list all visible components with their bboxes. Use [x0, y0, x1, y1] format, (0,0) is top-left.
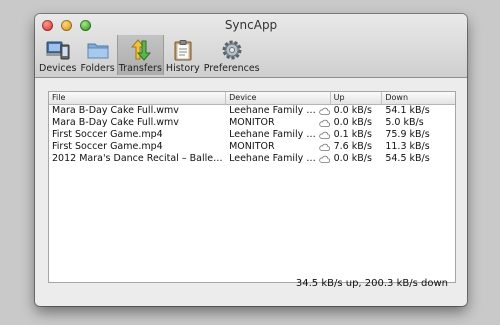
cloud-icon: [318, 129, 331, 141]
device-cell: MONITOR: [229, 117, 275, 128]
toolbar: Devices Folders Transfers History Prefer…: [37, 35, 262, 75]
folder-icon: [87, 43, 109, 59]
file-cell: Mara B-Day Cake Full.wmv: [52, 105, 179, 116]
history-label: History: [165, 63, 200, 74]
column-header-device[interactable]: Device: [226, 92, 331, 104]
folders-label: Folders: [80, 63, 115, 74]
toolbar-transfers-button[interactable]: Transfers: [116, 35, 164, 75]
toolbar-devices-button[interactable]: Devices: [37, 35, 78, 75]
table-row[interactable]: Mara B-Day Cake Full.wmv MONITOR 0.0 kB/…: [49, 117, 455, 129]
title-bar: SyncApp Devices Folders Transfers Histor…: [35, 14, 467, 78]
table-header: File Device Up Down: [49, 92, 455, 105]
history-icon: [174, 40, 192, 61]
toolbar-preferences-button[interactable]: Preferences: [202, 35, 262, 75]
devices-label: Devices: [39, 63, 77, 74]
gear-icon: [222, 40, 242, 60]
up-cell: 0.0 kB/s: [333, 105, 372, 116]
file-cell: First Soccer Game.mp4: [52, 129, 163, 140]
preferences-label: Preferences: [203, 63, 260, 74]
table-row[interactable]: First Soccer Game.mp4 Leehane Family i… …: [49, 129, 455, 141]
device-cell: MONITOR: [229, 141, 275, 152]
devices-icon: [45, 41, 70, 60]
file-cell: First Soccer Game.mp4: [52, 141, 163, 152]
app-window: SyncApp Devices Folders Transfers Histor…: [35, 14, 467, 306]
table-row[interactable]: 2012 Mara's Dance Recital – Ballet… Leeh…: [49, 153, 455, 165]
down-cell: 5.0 kB/s: [385, 117, 424, 128]
column-header-file[interactable]: File: [49, 92, 227, 104]
down-cell: 11.3 kB/s: [385, 141, 430, 152]
up-cell: 0.1 kB/s: [333, 129, 372, 140]
table-row[interactable]: Mara B-Day Cake Full.wmv Leehane Family …: [49, 105, 455, 117]
transfers-label: Transfers: [118, 63, 162, 74]
up-cell: 0.0 kB/s: [333, 153, 372, 164]
file-cell: 2012 Mara's Dance Recital – Ballet…: [52, 153, 227, 164]
window-title: SyncApp: [224, 18, 278, 32]
up-cell: 7.6 kB/s: [333, 141, 372, 152]
transfers-icon: [131, 39, 152, 61]
transfer-status-text: 34.5 kB/s up, 200.3 kB/s down: [295, 278, 448, 289]
down-cell: 54.5 kB/s: [385, 153, 430, 164]
cloud-icon: [318, 141, 331, 153]
down-cell: 54.1 kB/s: [385, 105, 430, 116]
table-row[interactable]: First Soccer Game.mp4 MONITOR 7.6 kB/s 1…: [49, 141, 455, 153]
cloud-icon: [318, 153, 331, 165]
cloud-icon: [318, 105, 331, 117]
toolbar-history-button[interactable]: History: [164, 35, 202, 75]
file-cell: Mara B-Day Cake Full.wmv: [52, 117, 179, 128]
transfers-table: File Device Up Down Mara B-Day Cake Full…: [48, 91, 456, 283]
down-cell: 75.9 kB/s: [385, 129, 430, 140]
cloud-icon: [318, 117, 331, 129]
column-header-down[interactable]: Down: [382, 92, 455, 104]
transfers-view: File Device Up Down Mara B-Day Cake Full…: [35, 78, 467, 306]
device-cell: Leehane Family i…: [229, 105, 318, 116]
device-cell: Leehane Family i…: [229, 129, 318, 140]
up-cell: 0.0 kB/s: [333, 117, 372, 128]
device-cell: Leehane Family i…: [229, 153, 318, 164]
column-header-up[interactable]: Up: [331, 92, 383, 104]
toolbar-folders-button[interactable]: Folders: [78, 35, 116, 75]
